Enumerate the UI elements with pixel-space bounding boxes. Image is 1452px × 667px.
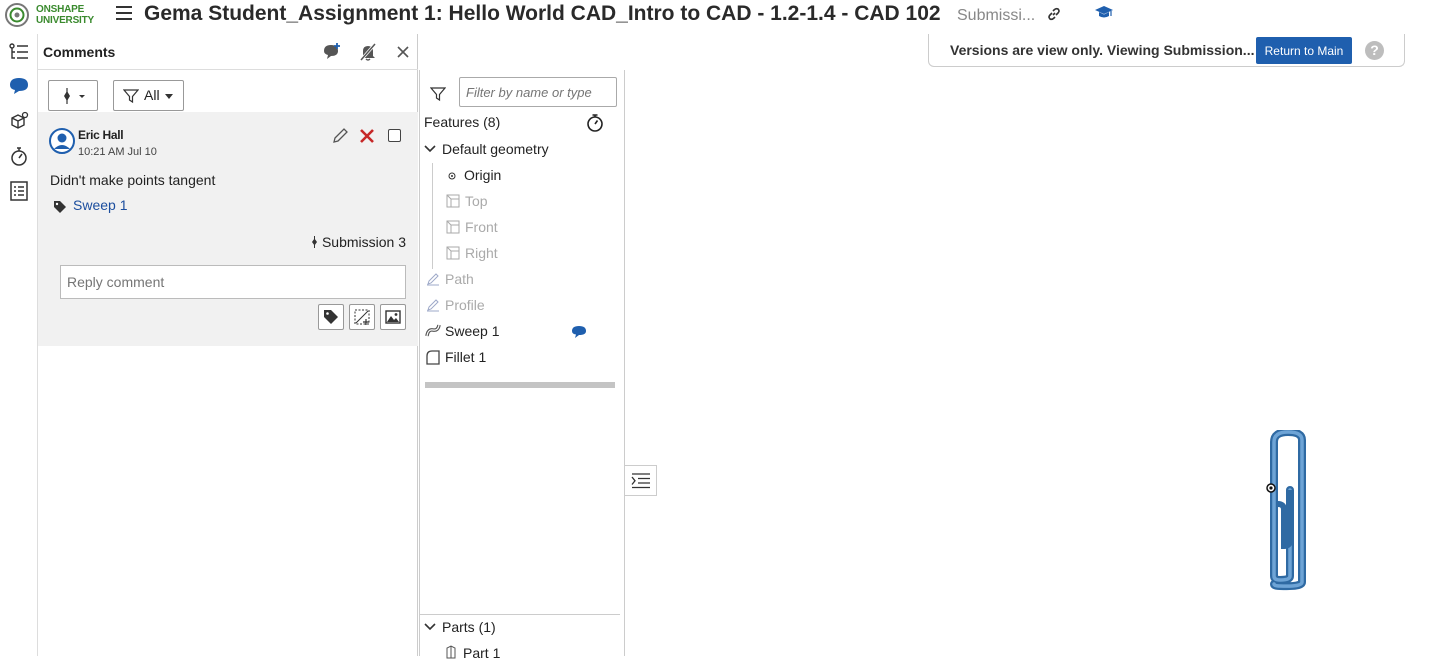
avatar [49,128,75,154]
tree-item-label: Fillet 1 [445,349,487,365]
feature-filter-input[interactable] [459,77,617,107]
view-only-banner: Versions are view only. Viewing Submissi… [928,34,1405,67]
return-to-main-button[interactable]: Return to Main [1256,37,1352,64]
plane-icon [446,246,460,260]
tree-item-label: Top [465,193,488,209]
paperclip-model[interactable] [1262,430,1310,592]
tree-item-label: Origin [464,167,502,183]
banner-message: Versions are view only. Viewing Submissi… [950,42,1255,58]
attach-selection-button[interactable] [349,304,375,330]
comment-author: Eric Hall [78,128,124,142]
comments-panel: Comments All Eric Hall 10:21 AM Jul 10 D… [38,34,418,656]
tree-item-label: Front [465,219,498,235]
tree-item-path[interactable]: Path [420,267,620,293]
checklist-rail-icon[interactable] [7,179,31,203]
link-icon[interactable] [1046,6,1062,22]
delete-comment-icon[interactable] [358,127,376,145]
help-icon[interactable]: ? [1365,41,1384,60]
selection-icon [354,309,370,325]
stopwatch-icon[interactable] [586,113,604,133]
reply-comment-input[interactable] [60,265,406,299]
hamburger-menu-icon[interactable] [116,6,132,22]
part-icon [446,645,456,659]
plane-icon [446,194,460,208]
fillet-icon [426,350,440,365]
tag-icon [324,310,338,324]
graduation-cap-icon[interactable] [1094,4,1114,22]
sketch-icon [427,299,439,312]
chevron-down-icon [424,145,436,153]
tree-item-profile[interactable]: Profile [420,293,620,319]
comment-tag-link[interactable]: Sweep 1 [73,197,127,213]
top-bar: ONSHAPE UNIVERSITY Gema Student_Assignme… [0,0,1452,32]
tree-item-right[interactable]: Right [420,241,620,267]
image-icon [385,310,401,324]
comment-toolbar: All [38,70,418,112]
parts-rail-icon[interactable] [7,110,31,134]
comment-version[interactable]: Submission 3 [311,234,406,250]
comment-indicator-icon[interactable] [571,325,587,339]
edit-pencil-icon[interactable] [331,127,349,145]
version-label[interactable]: Submissi... [957,7,1035,25]
comment-version-label: Submission 3 [321,234,406,250]
toggle-feature-list-button[interactable] [625,465,657,496]
comments-title: Comments [43,44,116,60]
onshape-logo[interactable]: ONSHAPE UNIVERSITY [4,2,102,28]
tree-item-front[interactable]: Front [420,215,620,241]
filter-icon [123,89,139,104]
rollback-bar[interactable] [425,382,615,388]
feature-tree-panel: Features (8) Default geometry Origin Top… [419,70,625,661]
comment-body: Didn't make points tangent [50,172,216,188]
parts-header-label: Parts (1) [442,619,496,635]
left-rail [0,34,38,656]
features-header: Features (8) [424,114,501,130]
resolve-checkbox[interactable] [388,129,401,142]
add-comment-icon[interactable] [322,42,342,62]
filter-all-label: All [144,87,160,103]
comments-header: Comments [38,34,418,70]
part-item-label: Part 1 [463,645,501,661]
version-filter-dropdown[interactable] [48,80,98,111]
attach-image-button[interactable] [380,304,406,330]
close-panel-icon[interactable] [393,42,413,62]
tree-item-fillet-1[interactable]: Fillet 1 [420,345,620,371]
tree-item-top[interactable]: Top [420,189,620,215]
chevron-down-icon [424,623,436,631]
tree-item-part-1[interactable]: Part 1 [420,641,620,667]
comment-card: Eric Hall 10:21 AM Jul 10 Didn't make po… [38,112,418,346]
tree-item-label: Right [465,245,498,261]
attach-tag-button[interactable] [318,304,344,330]
tree-item-label: Sweep 1 [445,323,500,339]
tree-item-label: Default geometry [442,141,549,157]
tree-item-label: Profile [445,297,485,313]
plane-icon [446,220,460,234]
filter-icon[interactable] [430,86,446,102]
tree-item-label: Path [445,271,474,287]
document-title: Gema Student_Assignment 1: Hello World C… [144,2,941,25]
stopwatch-rail-icon[interactable] [7,144,31,168]
feature-list-icon[interactable] [7,40,31,64]
comment-timestamp: 10:21 AM Jul 10 [78,146,157,158]
version-diamond-icon [312,236,318,248]
tag-icon [54,201,66,213]
logo-emblem-icon [5,3,29,27]
tree-item-origin[interactable]: Origin [420,163,620,189]
list-indent-icon [631,473,650,489]
tree-item-default-geometry[interactable]: Default geometry [420,137,620,163]
logo-line2: UNIVERSITY [36,15,95,26]
sweep-icon [425,324,441,337]
tree-item-sweep-1[interactable]: Sweep 1 [420,319,620,345]
comments-rail-icon[interactable] [7,74,31,98]
parts-header[interactable]: Parts (1) [420,615,620,641]
notifications-off-icon[interactable] [358,42,378,62]
chevron-down-icon [165,94,173,99]
sketch-icon [427,273,439,286]
version-diamond-icon [64,88,85,104]
comment-filter-dropdown[interactable]: All [113,80,184,111]
origin-icon [448,172,456,180]
logo-line1: ONSHAPE [36,4,85,15]
